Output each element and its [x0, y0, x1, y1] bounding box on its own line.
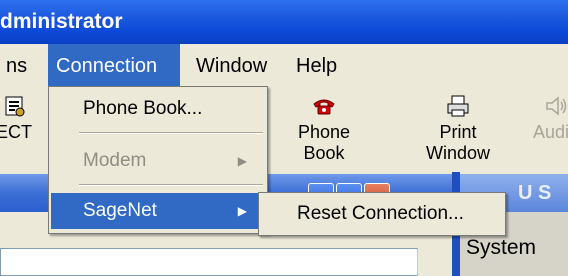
chevron-right-icon: ▶ [237, 154, 247, 168]
menu-connection[interactable]: Connection [48, 44, 180, 88]
menu-item-phone-book[interactable]: Phone Book... [51, 91, 265, 127]
menu-item-phone-book-label: Phone Book... [83, 98, 203, 119]
speaker-icon [526, 94, 568, 120]
menu-help[interactable]: Help [290, 44, 350, 88]
toolbar-connect-label: ECT [0, 122, 32, 142]
menu-options[interactable]: ns [0, 44, 48, 88]
toolbar-print-line2: Window [425, 143, 491, 163]
window-title: dministrator [0, 10, 123, 33]
menu-item-reset-connection-label: Reset Connection... [297, 203, 464, 224]
red-phone-icon [284, 94, 364, 120]
menu-item-reset-connection[interactable]: Reset Connection... [261, 195, 501, 233]
menu-item-modem-label: Modem [83, 150, 147, 171]
title-bar[interactable]: dministrator [0, 0, 568, 44]
menu-item-sagenet-label: SageNet [83, 200, 157, 221]
menu-window[interactable]: Window [190, 44, 280, 88]
toolbar-phone-book-line2: Book [303, 143, 345, 163]
text-field[interactable] [0, 248, 418, 276]
system-label: System [466, 236, 537, 259]
sagenet-submenu: Reset Connection... [258, 192, 506, 236]
printer-icon [418, 94, 498, 120]
connect-icon [0, 94, 54, 120]
toolbar-audio-button[interactable]: Audio [526, 90, 568, 170]
toolbar-connect-button[interactable]: ECT [0, 90, 54, 170]
toolbar-print-window-button[interactable]: Print Window [418, 90, 498, 170]
chevron-right-icon: ▶ [237, 204, 247, 218]
toolbar-print-line1: Print [439, 122, 477, 142]
connection-menu: Phone Book... Modem ▶ SageNet ▶ [48, 86, 268, 234]
menu-separator [79, 184, 263, 186]
menu-bar: ns Connection Window Help [0, 44, 568, 89]
menu-item-sagenet[interactable]: SageNet ▶ [51, 193, 265, 229]
toolbar-audio-label: Audio [532, 122, 568, 142]
toolbar-phone-book-button[interactable]: Phone Book [284, 90, 364, 170]
menu-item-modem[interactable]: Modem ▶ [51, 143, 265, 179]
toolbar-phone-book-line1: Phone [297, 122, 351, 142]
menu-separator [79, 132, 263, 134]
